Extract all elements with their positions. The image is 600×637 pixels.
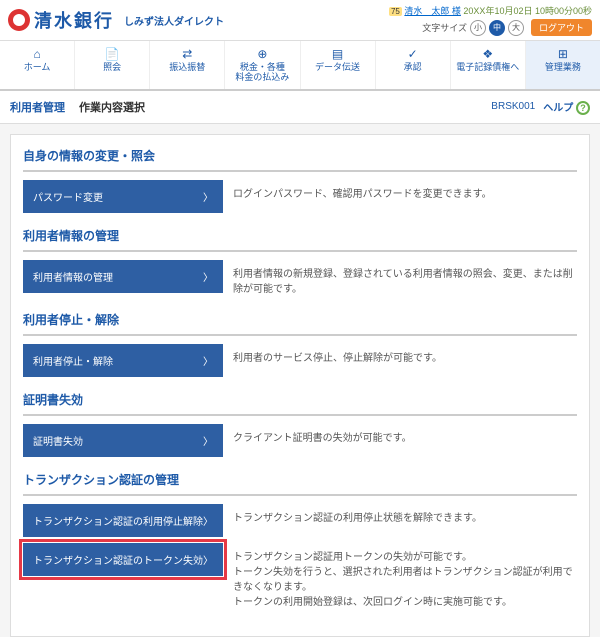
item-row: トランザクション認証のトークン失効〉トランザクション認証用トークンの失効が可能で… [23, 543, 577, 610]
action-button[interactable]: 証明書失効 〉 [23, 424, 223, 457]
bank-logo-icon [8, 9, 30, 31]
service-subtitle: しみず法人ダイレクト [124, 13, 224, 28]
item-row: トランザクション認証の利用停止解除〉トランザクション認証の利用停止状態を解除でき… [23, 504, 577, 537]
nav-icon: ⌂ [2, 47, 72, 61]
section-title: 証明書失効 [23, 391, 577, 416]
uid-badge: 75 [389, 7, 402, 16]
nav-item-2[interactable]: ⇄ 振込振替 [150, 41, 225, 89]
nav-icon: ⊞ [528, 47, 598, 61]
item-description: クライアント証明書の失効が可能です。 [233, 424, 577, 446]
main-nav: ⌂ ホーム 📄 照会 ⇄ 振込振替 ⊕ 税金・各種 料金の払込み ▤ データ伝送 ✓ 承認 ❖ 電子記録債… [0, 41, 600, 91]
nav-label: 電子記録債権へ [453, 63, 523, 73]
breadcrumb-current: 作業内容選択 [79, 99, 145, 115]
nav-item-5[interactable]: ✓ 承認 [376, 41, 451, 89]
item-description: ログインパスワード、確認用パスワードを変更できます。 [233, 180, 577, 202]
nav-label: 照会 [77, 63, 147, 73]
nav-item-7[interactable]: ⊞ 管理業務 [526, 41, 600, 89]
section-title: トランザクション認証の管理 [23, 471, 577, 496]
font-size-label: 文字サイズ [422, 21, 467, 34]
nav-icon: ❖ [453, 47, 523, 61]
user-info: 75 清水 太郎 様 20XX年10月02日 10時00分00秒 文字サイズ 小… [389, 4, 592, 36]
section: トランザクション認証の管理トランザクション認証の利用停止解除〉トランザクション認… [23, 471, 577, 610]
item-row: 利用者停止・解除 〉 利用者のサービス停止、停止解除が可能です。 [23, 344, 577, 377]
chevron-right-icon: 〉 [203, 513, 213, 528]
nav-item-3[interactable]: ⊕ 税金・各種 料金の払込み [225, 41, 300, 89]
breadcrumb-bar: 利用者管理 作業内容選択 BRSK001 ヘルプ ? [0, 91, 600, 124]
nav-label: 税金・各種 料金の払込み [227, 63, 297, 83]
button-label: 証明書失効 [33, 433, 83, 448]
nav-item-6[interactable]: ❖ 電子記録債権へ [451, 41, 526, 89]
chevron-right-icon: 〉 [203, 433, 213, 448]
header: 清水銀行 しみず法人ダイレクト 75 清水 太郎 様 20XX年10月02日 1… [0, 0, 600, 41]
item-row: 証明書失効 〉 クライアント証明書の失効が可能です。 [23, 424, 577, 457]
action-button[interactable]: トランザクション認証の利用停止解除〉 [23, 504, 223, 537]
button-label: トランザクション認証の利用停止解除 [33, 513, 203, 528]
nav-label: 承認 [378, 63, 448, 73]
help-link[interactable]: ヘルプ ? [543, 99, 590, 115]
button-label: パスワード変更 [33, 189, 103, 204]
section: 自身の情報の変更・照会パスワード変更 〉 ログインパスワード、確認用パスワードを変更… [23, 147, 577, 213]
item-row: 利用者情報の管理 〉 利用者情報の新規登録、登録されている利用者情報の照会、変更、ま… [23, 260, 577, 297]
nav-icon: ⊕ [227, 47, 297, 61]
button-label: 利用者停止・解除 [33, 353, 113, 368]
nav-label: 振込振替 [152, 63, 222, 73]
help-icon: ? [576, 101, 590, 115]
action-button[interactable]: トランザクション認証のトークン失効〉 [23, 543, 223, 576]
chevron-right-icon: 〉 [203, 189, 213, 204]
screen-code: BRSK001 [491, 101, 535, 112]
item-row: パスワード変更 〉 ログインパスワード、確認用パスワードを変更できます。 [23, 180, 577, 213]
item-description: 利用者情報の新規登録、登録されている利用者情報の照会、変更、または削除が可能です… [233, 260, 577, 297]
nav-label: 管理業務 [528, 63, 598, 73]
item-description: トランザクション認証の利用停止状態を解除できます。 [233, 504, 577, 526]
nav-icon: ▤ [303, 47, 373, 61]
button-label: 利用者情報の管理 [33, 269, 113, 284]
font-mid-button[interactable]: 中 [489, 20, 505, 36]
section: 利用者停止・解除利用者停止・解除〉利用者のサービス停止、停止解除が可能です。 [23, 311, 577, 377]
bank-name: 清水銀行 [34, 7, 114, 33]
nav-icon: 📄 [77, 47, 147, 61]
section-title: 利用者情報の管理 [23, 227, 577, 252]
user-name-link[interactable]: 清水 太郎 様 [404, 6, 461, 16]
action-button[interactable]: 利用者停止・解除 〉 [23, 344, 223, 377]
logo-area: 清水銀行 しみず法人ダイレクト [8, 7, 224, 33]
action-button[interactable]: 利用者情報の管理 〉 [23, 260, 223, 293]
nav-label: ホーム [2, 63, 72, 73]
section: 利用者情報の管理利用者情報の管理〉利用者情報の新規登録、登録されている利用者情報… [23, 227, 577, 297]
nav-label: データ伝送 [303, 63, 373, 73]
content-panel: 自身の情報の変更・照会パスワード変更〉ログインパスワード、確認用パスワードを変更… [10, 134, 590, 637]
font-large-button[interactable]: 大 [508, 20, 524, 36]
logout-button[interactable]: ログアウト [531, 19, 592, 36]
button-label: トランザクション認証のトークン失効 [33, 552, 203, 567]
font-small-button[interactable]: 小 [470, 20, 486, 36]
nav-icon: ✓ [378, 47, 448, 61]
chevron-right-icon: 〉 [203, 552, 213, 567]
item-description: トランザクション認証用トークンの失効が可能です。 トークン失効を行うと、選択され… [233, 543, 577, 610]
section-title: 自身の情報の変更・照会 [23, 147, 577, 172]
action-button[interactable]: パスワード変更 〉 [23, 180, 223, 213]
breadcrumb-link[interactable]: 利用者管理 [10, 99, 65, 115]
item-description: 利用者のサービス停止、停止解除が可能です。 [233, 344, 577, 366]
nav-icon: ⇄ [152, 47, 222, 61]
section: 証明書失効証明書失効〉クライアント証明書の失効が可能です。 [23, 391, 577, 457]
chevron-right-icon: 〉 [203, 269, 213, 284]
nav-item-0[interactable]: ⌂ ホーム [0, 41, 75, 89]
nav-item-4[interactable]: ▤ データ伝送 [301, 41, 376, 89]
login-datetime: 20XX年10月02日 10時00分00秒 [463, 6, 592, 16]
nav-item-1[interactable]: 📄 照会 [75, 41, 150, 89]
chevron-right-icon: 〉 [203, 353, 213, 368]
section-title: 利用者停止・解除 [23, 311, 577, 336]
